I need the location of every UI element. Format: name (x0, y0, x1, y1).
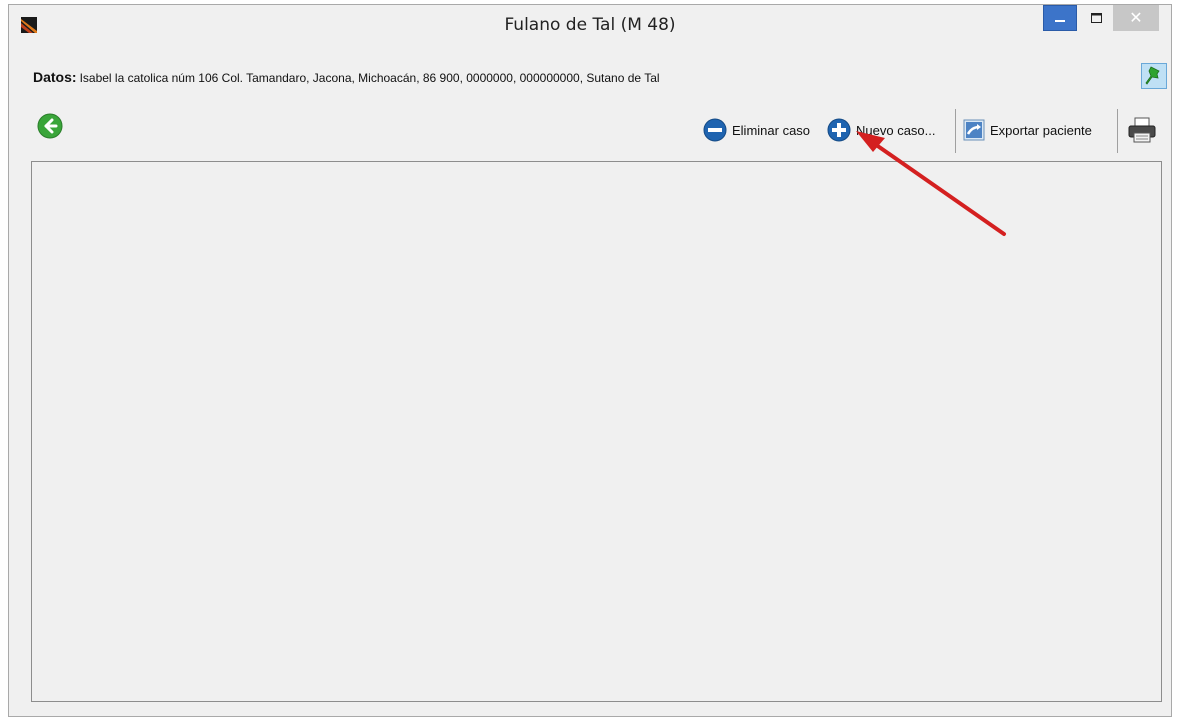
pin-button[interactable] (1141, 63, 1167, 89)
printer-icon (1128, 117, 1156, 143)
export-patient-label: Exportar paciente (990, 122, 1092, 138)
window-title: Fulano de Tal (M 48) (504, 15, 676, 35)
export-patient-button[interactable]: Exportar paciente (963, 113, 1092, 147)
print-button[interactable] (1127, 113, 1157, 147)
export-icon (963, 119, 985, 141)
patient-info-value: Isabel la catolica núm 106 Col. Tamandar… (79, 71, 660, 85)
patient-info: Datos: Isabel la catolica núm 106 Col. Ta… (33, 69, 660, 85)
patient-window: Fulano de Tal (M 48) ✕ Datos: Isabel la c… (8, 4, 1172, 717)
maximize-button[interactable] (1079, 5, 1113, 31)
delete-case-label: Eliminar caso (732, 122, 811, 138)
maximize-icon (1090, 13, 1102, 23)
close-button[interactable]: ✕ (1113, 5, 1159, 31)
close-icon: ✕ (1129, 10, 1143, 27)
patient-info-label: Datos: (33, 69, 77, 85)
minimize-icon (1055, 20, 1065, 22)
toolbar-separator (955, 109, 956, 153)
new-case-label: Nuevo caso... (856, 122, 936, 138)
minimize-button[interactable] (1043, 5, 1077, 31)
pushpin-icon (1145, 66, 1160, 85)
cases-panel[interactable] (31, 161, 1162, 702)
toolbar-separator (1117, 109, 1118, 153)
title-bar[interactable]: Fulano de Tal (M 48) ✕ (9, 5, 1171, 45)
new-case-button[interactable]: Nuevo caso... (827, 113, 936, 147)
minus-circle-icon (703, 118, 727, 142)
toolbar: Eliminar caso Nuevo caso... Exportar pac… (9, 113, 1173, 147)
plus-circle-icon (827, 118, 851, 142)
delete-case-button[interactable]: Eliminar caso (703, 113, 810, 147)
